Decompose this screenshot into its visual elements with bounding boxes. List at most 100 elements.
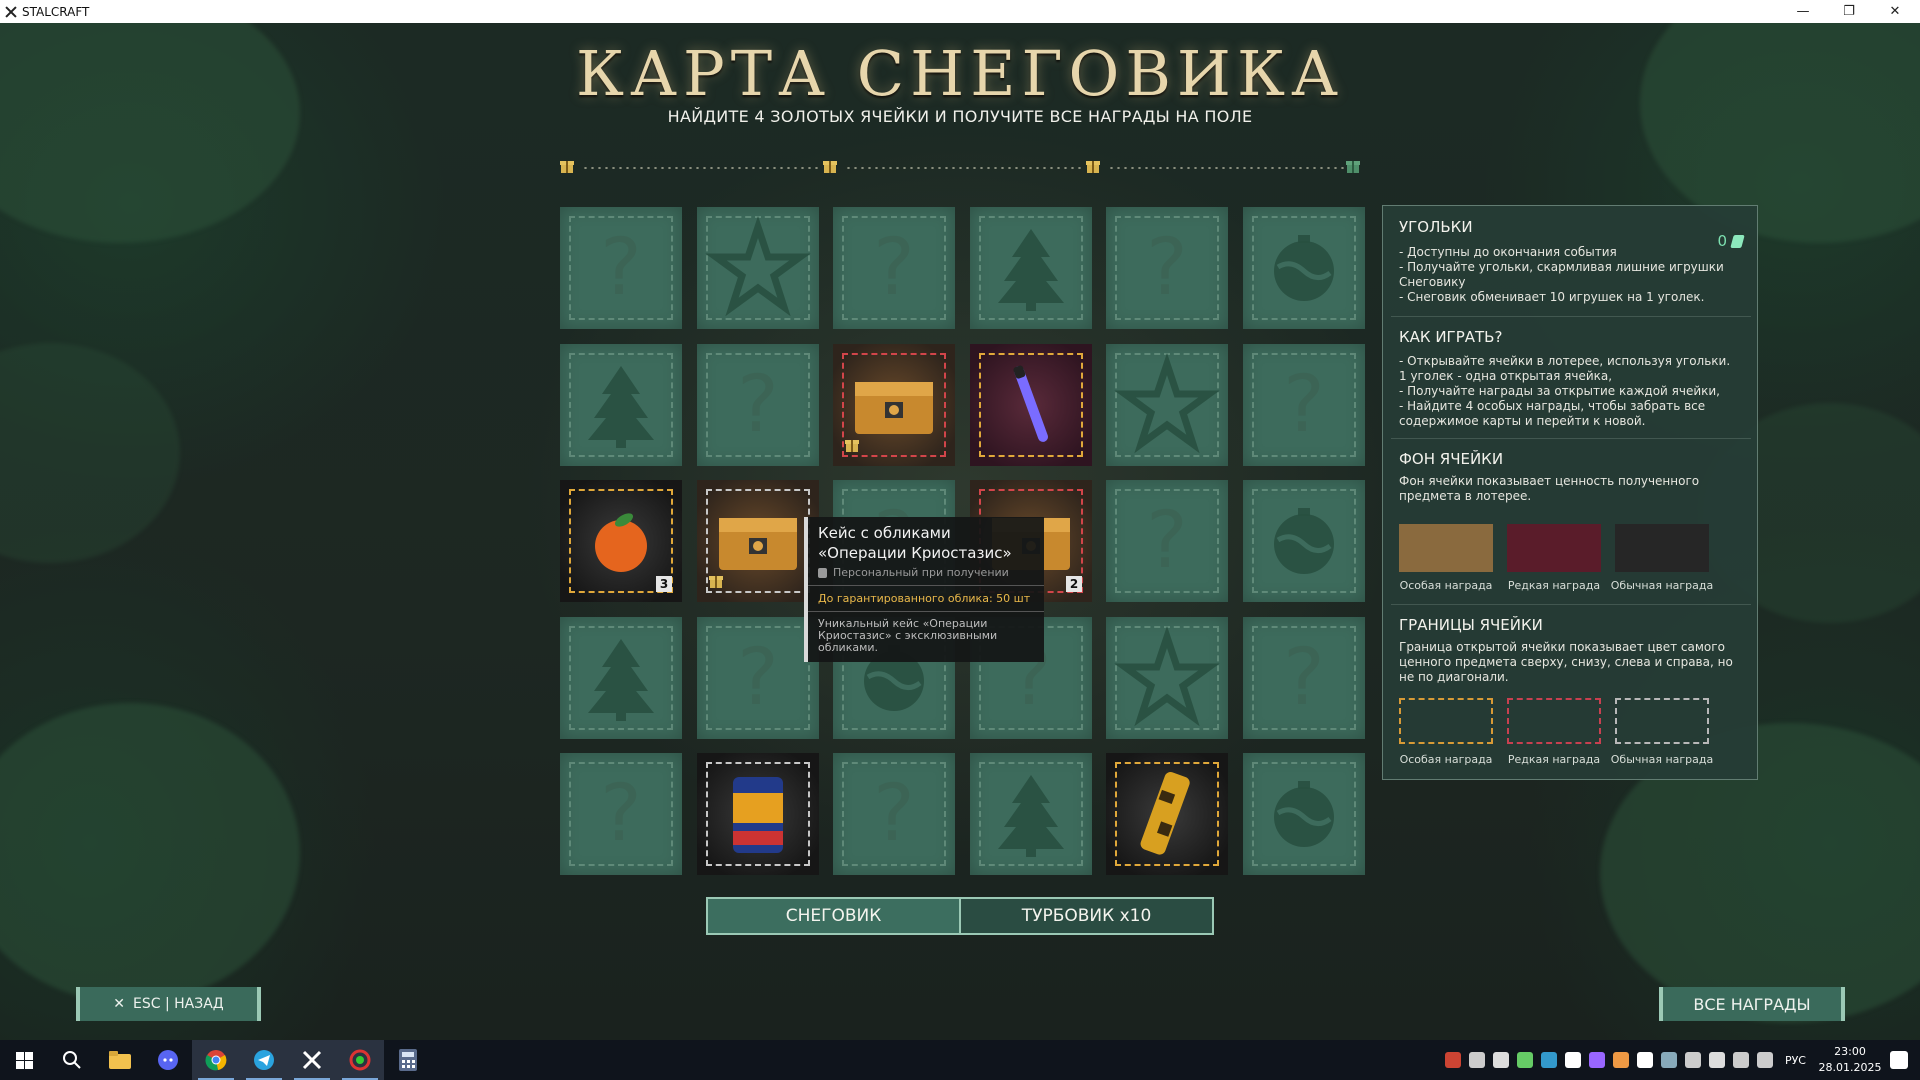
minimize-button[interactable]: — — [1780, 0, 1826, 23]
windows-start-icon[interactable] — [0, 1040, 48, 1080]
clock-date: 28.01.2025 — [1818, 1061, 1882, 1074]
item-count-badge: 3 — [656, 576, 672, 592]
stalcraft-tray-icon[interactable] — [1636, 1052, 1653, 1068]
calculator-icon[interactable] — [384, 1040, 432, 1080]
maximize-button[interactable]: ❐ — [1826, 0, 1872, 23]
network-tray-icon[interactable] — [1540, 1052, 1557, 1068]
chrome-tray-icon[interactable] — [1612, 1052, 1629, 1068]
progress-dots — [845, 167, 1085, 169]
notifications-icon[interactable] — [1890, 1051, 1908, 1069]
item-tooltip: Кейс с обликами «Операции Криостазис» Пе… — [804, 517, 1044, 662]
closed-cell[interactable] — [970, 753, 1092, 875]
swatch-label: Редкая награда — [1507, 753, 1601, 766]
opened-cell[interactable] — [970, 344, 1092, 466]
rare-background-swatch — [1507, 524, 1601, 572]
closed-cell[interactable] — [560, 617, 682, 739]
opened-cell[interactable] — [833, 344, 955, 466]
close-button[interactable]: ✕ — [1872, 0, 1918, 23]
microphone-tray-icon[interactable] — [1684, 1052, 1701, 1068]
pen-tray-icon[interactable] — [1588, 1052, 1605, 1068]
gift-icon[interactable] — [560, 159, 574, 173]
tree-icon — [588, 366, 654, 448]
closed-cell[interactable] — [697, 207, 819, 329]
discord-tray-icon[interactable] — [1468, 1052, 1485, 1068]
tooltip-description: Уникальный кейс «Операции Криостазис» с … — [818, 617, 998, 654]
closed-cell[interactable] — [1243, 480, 1365, 602]
lock-icon — [818, 567, 827, 578]
system-clock[interactable]: 23:00 28.01.2025 — [1814, 1044, 1886, 1076]
closed-cell[interactable]: ? — [1106, 207, 1228, 329]
opened-cell[interactable] — [697, 753, 819, 875]
all-rewards-button[interactable]: ВСЕ НАГРАДЫ — [1659, 987, 1845, 1021]
closed-cell[interactable] — [1243, 753, 1365, 875]
tab-snowman[interactable]: СНЕГОВИК — [708, 899, 959, 933]
swatch-label: Особая награда — [1399, 753, 1493, 766]
chrome-icon[interactable] — [192, 1040, 240, 1080]
clock-time: 23:00 — [1834, 1045, 1866, 1058]
coals-text: - Доступны до окончания события - Получа… — [1399, 245, 1743, 305]
cell-border — [1115, 762, 1219, 866]
borders-section: ГРАНИЦЫ ЯЧЕЙКИ Граница открытой ячейки п… — [1383, 616, 1759, 685]
telegram-icon[interactable] — [240, 1040, 288, 1080]
tooltip-title: Кейс с обликами «Операции Криостазис» — [818, 524, 1012, 562]
closed-cell[interactable]: ? — [833, 753, 955, 875]
swatch-label: Обычная награда — [1610, 753, 1714, 766]
opened-cell[interactable] — [697, 480, 819, 602]
closed-cell[interactable] — [970, 207, 1092, 329]
panel-divider — [1391, 316, 1751, 317]
telegram-tray-icon[interactable] — [1564, 1052, 1581, 1068]
coals-line: - Получайте угольки, скармливая лишние и… — [1399, 260, 1724, 289]
howto-line: - Открывайте ячейки в лотерее, используя… — [1399, 354, 1731, 368]
exbo-launcher-icon[interactable] — [336, 1040, 384, 1080]
opened-cell[interactable] — [1106, 753, 1228, 875]
closed-cell[interactable]: ? — [697, 617, 819, 739]
special-border-swatch — [1399, 698, 1493, 744]
discord-icon[interactable] — [144, 1040, 192, 1080]
back-button[interactable]: ✕ ESC | НАЗАД — [76, 987, 261, 1021]
question-icon: ? — [1283, 633, 1325, 723]
closed-cell[interactable]: ? — [560, 207, 682, 329]
closed-cell[interactable]: ? — [833, 207, 955, 329]
common-border-swatch — [1615, 698, 1709, 744]
tab-turbo-x10[interactable]: ТУРБОВИК x10 — [959, 899, 1212, 933]
close-icon: ✕ — [113, 996, 125, 1012]
search-icon[interactable] — [48, 1040, 96, 1080]
question-icon: ? — [873, 223, 915, 313]
nvidia-tray-icon[interactable] — [1516, 1052, 1533, 1068]
borders-text: Граница открытой ячейки показывает цвет … — [1399, 640, 1733, 684]
howto-line: - Найдите 4 особых награды, чтобы забрат… — [1399, 399, 1706, 428]
exbo-tray-icon[interactable] — [1444, 1052, 1461, 1068]
steam-tray-icon[interactable] — [1660, 1052, 1677, 1068]
closed-cell[interactable] — [1106, 617, 1228, 739]
closed-cell[interactable]: ? — [1243, 344, 1365, 466]
file-explorer-icon[interactable] — [96, 1040, 144, 1080]
app-tray-icon[interactable] — [1492, 1052, 1509, 1068]
input-language[interactable]: РУС — [1785, 1054, 1806, 1067]
closed-cell[interactable]: ? — [697, 344, 819, 466]
mode-tabs: СНЕГОВИК ТУРБОВИК x10 — [706, 897, 1214, 935]
tooltip-guarantee: До гарантированного облика: 50 шт — [818, 592, 1031, 605]
stalcraft-icon[interactable] — [288, 1040, 336, 1080]
howto-text: - Открывайте ячейки в лотерее, используя… — [1399, 354, 1743, 429]
fir-branch-decoration — [0, 703, 300, 1003]
stalcraft-logo-icon — [4, 5, 18, 19]
closed-cell[interactable] — [560, 344, 682, 466]
page-subtitle: НАЙДИТЕ 4 ЗОЛОТЫХ ЯЧЕЙКИ И ПОЛУЧИТЕ ВСЕ … — [667, 107, 1253, 126]
gift-icon[interactable] — [1086, 159, 1100, 173]
closed-cell[interactable]: ? — [1106, 480, 1228, 602]
gift-icon[interactable] — [1346, 159, 1360, 173]
ornament-icon — [1274, 235, 1334, 301]
gift-icon[interactable] — [823, 159, 837, 173]
coals-header: УГОЛЬКИ — [1399, 218, 1473, 236]
game-scene: КАРТА СНЕГОВИКА НАЙДИТЕ 4 ЗОЛОТЫХ ЯЧЕЙКИ… — [0, 23, 1920, 1040]
opened-cell[interactable]: 3 — [560, 480, 682, 602]
security-tray-icon[interactable] — [1708, 1052, 1725, 1068]
speaker-icon[interactable] — [1756, 1052, 1773, 1068]
closed-cell[interactable]: ? — [1243, 617, 1365, 739]
closed-cell[interactable]: ? — [560, 753, 682, 875]
cell-border — [706, 762, 810, 866]
wifi-icon[interactable] — [1732, 1052, 1749, 1068]
closed-cell[interactable] — [1106, 344, 1228, 466]
closed-cell[interactable] — [1243, 207, 1365, 329]
special-background-swatch — [1399, 524, 1493, 572]
